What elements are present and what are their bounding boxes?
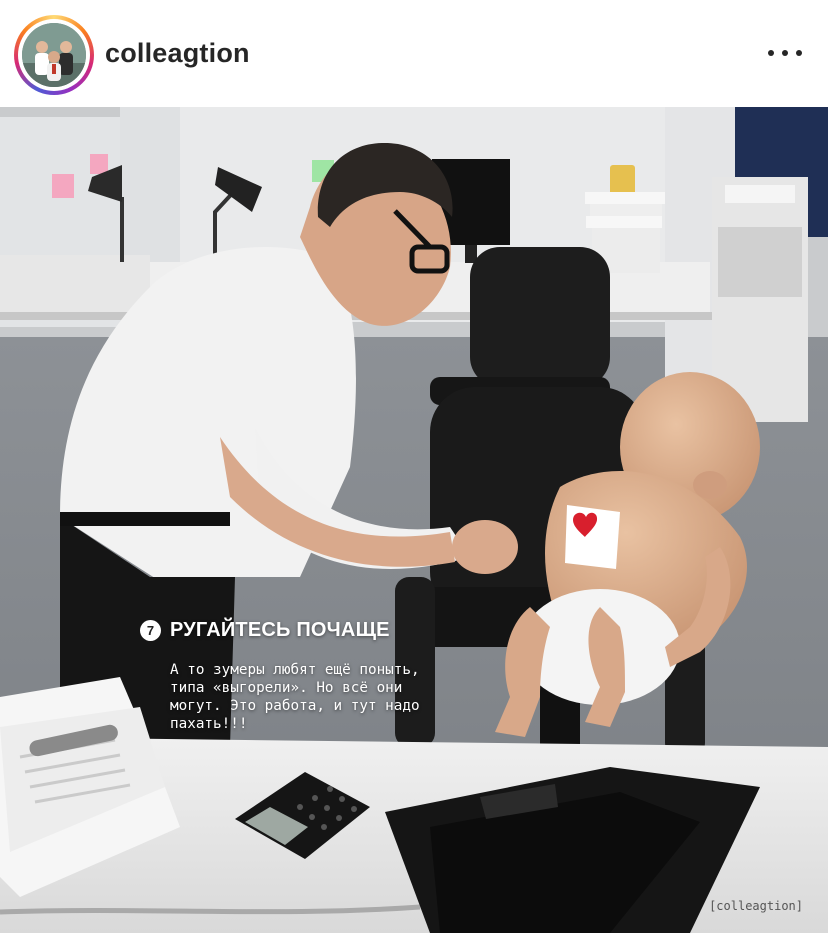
- avatar-people-illustration: [22, 23, 86, 87]
- step-title: РУГАЙТЕСЬ ПОЧАЩЕ: [170, 619, 390, 641]
- step-body-text: А то зумеры любят ещё поныть, типа «выго…: [170, 662, 420, 732]
- office-scene-illustration: [0, 107, 828, 933]
- team-avatar-icon[interactable]: [22, 23, 86, 87]
- more-dots-icon: [796, 50, 802, 56]
- step-number-badge: 7: [140, 620, 161, 641]
- post-header: colleagtion: [0, 0, 828, 107]
- more-options-button[interactable]: [768, 42, 802, 64]
- step-heading: 7 РУГАЙТЕСЬ ПОЧАЩЕ: [140, 619, 500, 642]
- story-ring[interactable]: [14, 15, 94, 95]
- more-dots-icon: [782, 50, 788, 56]
- caption-block: 7 РУГАЙТЕСЬ ПОЧАЩЕ А то зумеры любят ещё…: [140, 619, 500, 733]
- username[interactable]: colleagtion: [105, 38, 250, 69]
- more-dots-icon: [768, 50, 774, 56]
- watermark: [colleagtion]: [709, 899, 803, 913]
- post-image[interactable]: 7 РУГАЙТЕСЬ ПОЧАЩЕ А то зумеры любят ещё…: [0, 107, 828, 933]
